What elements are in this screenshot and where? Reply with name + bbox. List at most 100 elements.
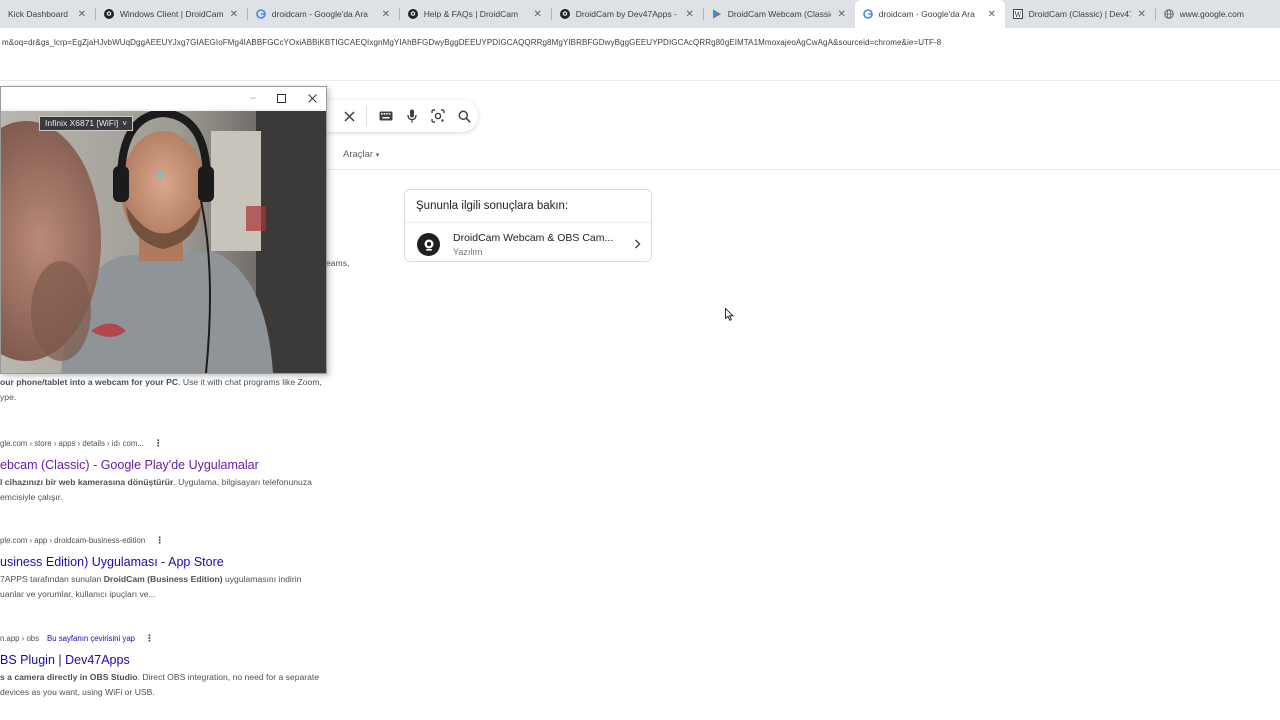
tab-title: DroidCam Webcam (Classic) - [727,9,831,19]
result-cite[interactable]: ple.com › app › droidcam-business-editio… [0,535,301,546]
result-cite[interactable]: gle.com › store › apps › details › id› c… [0,438,312,449]
close-tab-icon[interactable]: ✕ [987,9,997,20]
close-tab-icon[interactable]: ✕ [77,9,87,20]
search-icon[interactable] [451,104,477,128]
related-item-droidcam[interactable]: DroidCam Webcam & OBS Cam... Yazılım [405,223,651,261]
result-snippet: 7APPS tarafından sunulan DroidCam (Busin… [0,572,301,587]
search-result: n.app › obs Bu sayfanın çevirisini yap ⋮… [0,633,319,700]
close-tab-icon[interactable]: ✕ [533,9,543,20]
tab-droidcam-search-active[interactable]: droidcam - Google'da Ara ✕ [854,0,1005,28]
translate-page-link[interactable]: Bu sayfanın çevirisini yap [47,634,135,643]
droidcam-icon [407,9,418,19]
tools-menu[interactable]: Araçlar ▾ [343,149,379,160]
snippet-bold: DroidCam (Business Edition) [103,574,223,584]
related-results-card: Şununla ilgili sonuçlara bakın: DroidCam… [404,189,652,262]
camera-video-feed [1,111,326,373]
tab-windows-client[interactable]: Windows Client | DroidCam ✕ [96,0,247,28]
tab-droidcam-dev47[interactable]: DroidCam by Dev47Apps - Of ✕ [552,0,703,28]
snippet-bold: our phone/tablet into a webcam for your … [0,377,179,387]
close-tab-icon[interactable]: ✕ [837,9,847,20]
snippet-text: uygulamasını indirin [222,574,302,584]
droidcam-logo-icon [417,233,440,256]
close-tab-icon[interactable]: ✕ [1137,9,1147,20]
tab-title: DroidCam by Dev47Apps - Of [575,9,679,19]
tab-title: www.google.com [1179,9,1244,19]
more-options-icon[interactable]: ⋮ [154,438,163,449]
result-snippet-line2: devices as you want, using WiFi or USB. [0,687,155,697]
cite-text: ple.com › app › droidcam-business-editio… [0,536,146,545]
tab-help-faqs[interactable]: Help & FAQs | DroidCam ✕ [400,0,551,28]
chevron-right-icon [634,238,641,252]
close-window-icon[interactable] [304,90,320,106]
close-tab-icon[interactable]: ✕ [685,9,695,20]
search-result: gle.com › store › apps › details › id› c… [0,438,312,505]
droidcam-icon [103,9,114,19]
clear-icon[interactable] [336,104,362,128]
tab-droidcam-search-1[interactable]: droidcam - Google'da Ara ✕ [248,0,399,28]
tab-title: Windows Client | DroidCam [119,9,223,19]
tab-kick-dashboard[interactable]: Kick Dashboard ✕ [0,0,95,28]
search-box-actions [336,104,477,128]
droidcam-icon [559,9,570,19]
maximize-icon[interactable] [273,90,289,106]
close-tab-icon[interactable]: ✕ [229,9,239,20]
snippet-text: . Uygulama, bilgisayarı telefonunuza [173,477,312,487]
caret-down-icon: ▾ [375,152,380,159]
minimize-icon[interactable]: – [245,90,261,106]
tab-title: droidcam - Google'da Ara [878,9,975,19]
wordpress-icon: W [1012,9,1023,19]
snippet-bold: s a camera directly in OBS Studio [0,672,138,682]
webcam-person-image [1,111,326,373]
related-heading: Şununla ilgili sonuçlara bakın: [405,190,651,223]
tab-droidcam-play[interactable]: DroidCam Webcam (Classic) - ✕ [704,0,855,28]
toolbar-divider [0,80,1280,81]
related-item-text: DroidCam Webcam & OBS Cam... Yazılım [453,232,628,257]
more-options-icon[interactable]: ⋮ [155,535,164,546]
result-cite[interactable]: n.app › obs Bu sayfanın çevirisini yap ⋮ [0,633,319,644]
keyboard-icon[interactable] [373,104,399,128]
result-snippet-line2: uanlar ve yorumlar, kullanıcı ipuçları v… [0,589,156,599]
address-bar[interactable]: m&oq=dr&gs_lcrp=EgZjaHJvbWUqDggAEEUYJxg7… [0,28,1280,56]
close-tab-icon[interactable]: ✕ [381,9,391,20]
result-snippet: our phone/tablet into a webcam for your … [0,375,322,390]
mouse-cursor-icon [725,307,734,326]
related-item-subtitle: Yazılım [453,247,483,257]
tab-droidcam-classic[interactable]: W DroidCam (Classic) | Dev47Ap ✕ [1005,0,1155,28]
tools-divider [326,169,1280,170]
google-play-icon [712,9,722,19]
droidcam-preview-window[interactable]: – Infinix X6871 [WiFi] ˅ [0,86,327,374]
google-icon [255,9,266,19]
google-icon [862,9,873,19]
cite-text: n.app › obs [0,634,40,643]
result-snippet: s a camera directly in OBS Studio. Direc… [0,670,319,685]
search-result: our phone/tablet into a webcam for your … [0,375,322,405]
result-title-link[interactable]: ebcam (Classic) - Google Play'de Uygulam… [0,458,312,472]
tab-title: Help & FAQs | DroidCam [423,9,519,19]
snippet-bold: l cihazınızı bir web kamerasına dönüştür… [0,477,174,487]
more-options-icon[interactable]: ⋮ [145,633,154,644]
cite-text: gle.com › store › apps › details › id› c… [0,439,144,448]
tools-label: Araçlar [343,149,374,160]
snippet-text: . Direct OBS integration, no need for a … [137,672,320,682]
url-text[interactable]: m&oq=dr&gs_lcrp=EgZjaHJvbWUqDggAEEUYJxg7… [0,38,941,47]
tab-title: droidcam - Google'da Ara [271,9,368,19]
search-result: ple.com › app › droidcam-business-editio… [0,535,301,602]
related-item-title: DroidCam Webcam & OBS Cam... [453,232,614,244]
lens-icon[interactable] [425,104,451,128]
result-title-link[interactable]: usiness Edition) Uygulaması - App Store [0,555,301,569]
window-titlebar[interactable]: – [1,87,326,109]
device-label: Infinix X6871 [WiFi] [45,118,119,128]
result-snippet-line2: ype. [0,392,17,402]
microphone-icon[interactable] [399,104,425,128]
chevron-down-icon: ˅ [122,119,127,128]
tab-google-home[interactable]: www.google.com [1156,0,1280,28]
result-snippet-fragment: eams, [326,258,350,268]
globe-icon [1163,9,1174,19]
device-selector[interactable]: Infinix X6871 [WiFi] ˅ [39,116,133,131]
tab-title: DroidCam (Classic) | Dev47Ap [1028,9,1131,19]
tab-strip: Kick Dashboard ✕ Windows Client | DroidC… [0,0,1280,28]
svg-text:W: W [1014,11,1022,19]
tab-title: Kick Dashboard [8,9,69,19]
result-title-link[interactable]: BS Plugin | Dev47Apps [0,653,319,667]
snippet-text: 7APPS tarafından sunulan [0,574,104,584]
